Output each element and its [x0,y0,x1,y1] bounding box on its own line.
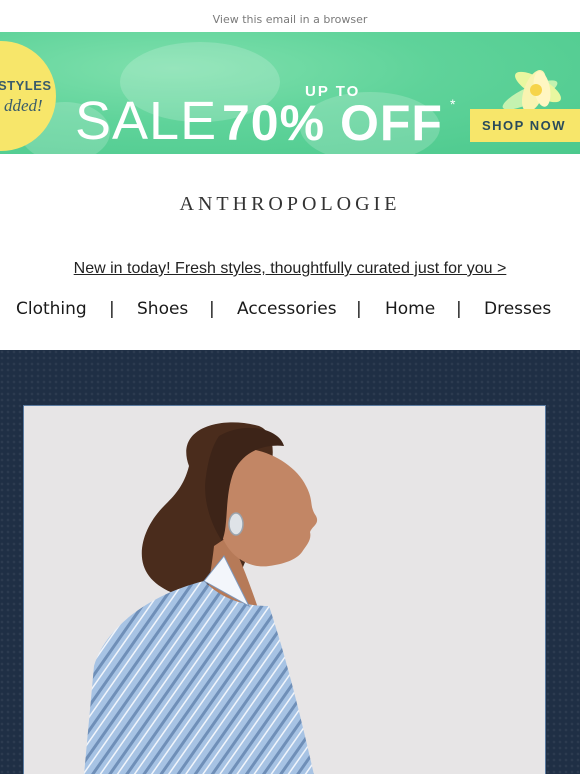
nav-separator: | [356,299,362,319]
view-in-browser-link[interactable]: View this email in a browser [0,13,580,26]
badge-line-2: dded! [4,96,43,115]
model-photo-illustration [24,406,545,774]
nav-item-clothing[interactable]: Clothing [16,299,87,319]
new-in-today-link[interactable]: New in today! Fresh styles, thoughtfully… [0,260,580,278]
discount-percent: 70% OFF [222,95,443,151]
nav-separator: | [209,299,215,319]
nav-item-home[interactable]: Home [385,299,435,319]
shop-now-button[interactable]: SHOP NOW [470,109,580,142]
sale-banner[interactable]: STYLES dded! SALE UP TO 70% OFF * SHOP N… [0,32,580,154]
brand-logo[interactable]: ANTHROPOLOGIE [0,193,580,216]
sale-heading: SALE [75,91,218,151]
hero-image[interactable] [23,405,546,774]
nav-separator: | [456,299,462,319]
asterisk-mark: * [450,96,456,112]
badge-line-1: STYLES [0,78,52,93]
nav-item-accessories[interactable]: Accessories [237,299,337,319]
nav-separator: | [109,299,115,319]
nav-item-dresses[interactable]: Dresses [484,299,551,319]
nav-item-shoes[interactable]: Shoes [137,299,188,319]
category-nav: Clothing | Shoes | Accessories | Home | … [0,299,580,323]
